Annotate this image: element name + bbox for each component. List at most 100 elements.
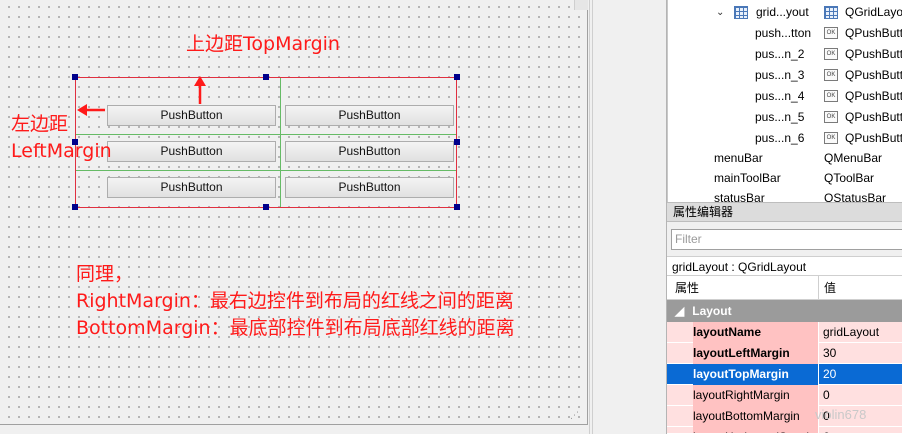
header-divider[interactable]: [818, 276, 819, 300]
property-table-header: 属性 值: [667, 276, 902, 300]
grid-divider-vertical: [280, 78, 281, 207]
group-label: Layout: [692, 304, 732, 318]
header-property[interactable]: 属性: [675, 276, 699, 300]
push-button-5[interactable]: PushButton: [107, 177, 276, 198]
tree-row-pushbutton-2[interactable]: pus...n_2 OK QPushButt: [668, 44, 902, 65]
resize-handle[interactable]: [454, 204, 460, 210]
tree-object-name: mainToolBar: [714, 171, 781, 185]
row-divider: [818, 322, 819, 343]
property-value[interactable]: 6: [823, 427, 830, 433]
tree-object-name: menuBar: [714, 151, 763, 165]
resize-handle[interactable]: [454, 74, 460, 80]
property-name: layoutName: [693, 322, 818, 343]
tree-object-name: statusBar: [714, 191, 765, 202]
push-button-icon: OK: [824, 48, 838, 60]
filter-input[interactable]: Filter: [671, 229, 902, 250]
grid-layout-icon: [734, 6, 748, 19]
resize-grip-icon[interactable]: ⋰: [570, 410, 582, 422]
resize-handle[interactable]: [72, 204, 78, 210]
tree-class-name: QGridLayo: [845, 5, 902, 19]
splitter-gutter[interactable]: [589, 0, 667, 434]
push-button-icon: OK: [824, 132, 838, 144]
left-margin-arrow: [77, 104, 105, 116]
note-line-1: 同理，: [76, 263, 134, 285]
tree-class-name: QPushButt: [845, 110, 902, 124]
tree-row-menubar[interactable]: menuBar QMenuBar: [668, 148, 902, 169]
property-name: layoutHorizontalSpacing: [693, 427, 818, 433]
chevron-down-icon[interactable]: ◢: [675, 304, 684, 318]
property-row-layouttopmargin[interactable]: layoutTopMargin 20: [667, 364, 902, 385]
property-editor-title: 属性编辑器: [667, 202, 902, 222]
property-group-layout[interactable]: ◢ Layout: [667, 300, 902, 322]
property-row-layoutbottommargin[interactable]: layoutBottomMargin 0: [667, 406, 902, 427]
property-name: layoutRightMargin: [693, 385, 818, 406]
resize-handle[interactable]: [454, 139, 460, 145]
note-line-3: BottomMargin：最底部控件到布局底部红线的距离: [76, 317, 515, 339]
tree-row-pushbutton-6[interactable]: pus...n_6 OK QPushButt: [668, 128, 902, 149]
tree-class-name: QStatusBar: [824, 191, 887, 202]
row-divider: [818, 385, 819, 406]
property-value[interactable]: gridLayout: [823, 322, 879, 343]
object-inspector-tree[interactable]: ⌄ grid...yout QGridLayo push...tton OK Q…: [667, 0, 902, 202]
property-value[interactable]: 0: [823, 385, 830, 406]
tree-object-name: pus...n_6: [755, 131, 805, 145]
tree-object-name: pus...n_2: [755, 47, 805, 61]
tree-class-name: QPushButt: [845, 26, 902, 40]
resize-handle[interactable]: [263, 204, 269, 210]
push-button-1[interactable]: PushButton: [107, 105, 276, 126]
push-button-6[interactable]: PushButton: [285, 177, 454, 198]
tree-row-pushbutton-3[interactable]: pus...n_3 OK QPushButt: [668, 65, 902, 86]
push-button-3[interactable]: PushButton: [107, 141, 276, 162]
selected-object-label: gridLayout : QGridLayout: [667, 256, 902, 276]
resize-handle[interactable]: [263, 74, 269, 80]
property-row-layoutname[interactable]: layoutName gridLayout: [667, 322, 902, 343]
push-button-4[interactable]: PushButton: [285, 141, 454, 162]
tree-row-pushbutton[interactable]: push...tton OK QPushButt: [668, 23, 902, 44]
push-button-icon: OK: [824, 69, 838, 81]
tree-object-name: push...tton: [755, 26, 812, 40]
row-divider: [818, 364, 819, 385]
header-value[interactable]: 值: [824, 276, 836, 300]
tree-object-name: pus...n_4: [755, 89, 805, 103]
tree-class-name: QPushButt: [845, 47, 902, 61]
tree-class-name: QPushButt: [845, 68, 902, 82]
chevron-down-icon[interactable]: ⌄: [716, 2, 724, 23]
property-name: layoutLeftMargin: [693, 343, 818, 364]
top-margin-annotation: 上边距TopMargin: [186, 33, 340, 55]
resize-handle[interactable]: [72, 74, 78, 80]
note-line-2: RightMargin：最右边控件到布局的红线之间的距离: [76, 290, 514, 312]
tree-class-name: QPushButt: [845, 131, 902, 145]
watermark: violin678: [815, 407, 867, 422]
tree-row-pushbutton-5[interactable]: pus...n_5 OK QPushButt: [668, 107, 902, 128]
property-row-layoutleftmargin[interactable]: layoutLeftMargin 30: [667, 343, 902, 364]
tree-object-name: grid...yout: [756, 5, 809, 19]
grid-divider-horizontal: [76, 134, 456, 135]
grid-layout-icon: [824, 6, 838, 19]
tree-object-name: pus...n_3: [755, 68, 805, 82]
tree-object-name: pus...n_5: [755, 110, 805, 124]
tree-row-statusbar[interactable]: statusBar QStatusBar: [668, 188, 902, 202]
tree-class-name: QPushButt: [845, 89, 902, 103]
grid-divider-horizontal: [76, 170, 456, 171]
push-button-icon: OK: [824, 90, 838, 102]
property-row-layoutrightmargin[interactable]: layoutRightMargin 0: [667, 385, 902, 406]
tree-class-name: QToolBar: [824, 171, 875, 185]
property-value[interactable]: 30: [823, 343, 836, 364]
tree-row-maintoolbar[interactable]: mainToolBar QToolBar: [668, 168, 902, 189]
top-margin-arrow: [194, 76, 206, 104]
push-button-icon: OK: [824, 111, 838, 123]
splitter-handle[interactable]: [589, 0, 593, 434]
tree-row-pushbutton-4[interactable]: pus...n_4 OK QPushButt: [668, 86, 902, 107]
push-button-2[interactable]: PushButton: [285, 105, 454, 126]
tree-row-gridlayout[interactable]: ⌄ grid...yout QGridLayo: [668, 2, 902, 23]
property-name: layoutTopMargin: [693, 364, 818, 385]
push-button-icon: OK: [824, 27, 838, 39]
left-margin-annotation-line1: 左边距: [11, 113, 69, 135]
row-divider: [818, 427, 819, 433]
left-margin-annotation-line2: LeftMargin: [11, 140, 112, 162]
form-canvas[interactable]: PushButton PushButton PushButton PushBut…: [0, 0, 588, 425]
property-name: layoutBottomMargin: [693, 406, 818, 427]
property-value[interactable]: 20: [823, 364, 836, 385]
property-row-layouthorizontalspacing[interactable]: layoutHorizontalSpacing 6: [667, 427, 902, 434]
canvas-edge: [574, 0, 588, 10]
